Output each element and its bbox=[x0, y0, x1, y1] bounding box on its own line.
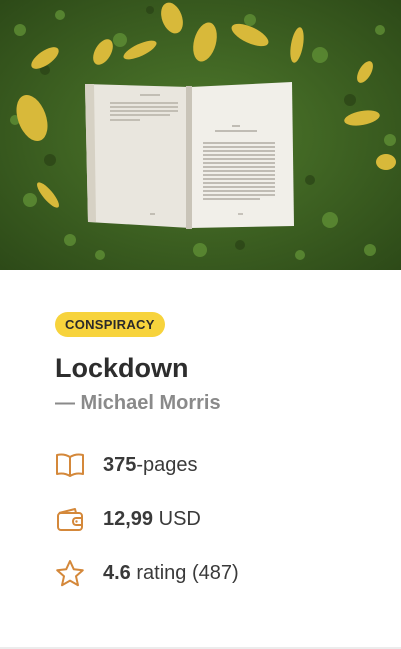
rating-stat: 4.6 rating (487) bbox=[55, 559, 401, 587]
rating-value: 4.6 bbox=[103, 561, 131, 584]
wallet-icon bbox=[55, 505, 85, 533]
pages-stat: 375-pages bbox=[55, 451, 401, 479]
book-author[interactable]: — Michael Morris bbox=[55, 392, 401, 415]
price-stat: 12,99 USD bbox=[55, 505, 401, 533]
open-book-icon bbox=[55, 451, 85, 479]
rating-text: rating (487) bbox=[130, 561, 239, 584]
cover-image bbox=[0, 0, 401, 270]
category-badge[interactable]: CONSPIRACY bbox=[55, 312, 165, 337]
book-on-grass-illustration bbox=[0, 0, 401, 270]
book-title[interactable]: Lockdown bbox=[55, 353, 401, 384]
book-card[interactable]: CONSPIRACY Lockdown — Michael Morris 375… bbox=[0, 0, 401, 649]
book-stats: 375-pages 12,99 USD 4.6 rating (487) bbox=[55, 451, 401, 587]
price-unit: USD bbox=[153, 507, 201, 530]
pages-value: 375 bbox=[103, 453, 137, 476]
pages-unit: -pages bbox=[136, 453, 198, 476]
card-body: CONSPIRACY Lockdown — Michael Morris 375… bbox=[0, 270, 401, 587]
star-icon bbox=[55, 559, 85, 587]
price-value: 12,99 bbox=[103, 507, 154, 530]
